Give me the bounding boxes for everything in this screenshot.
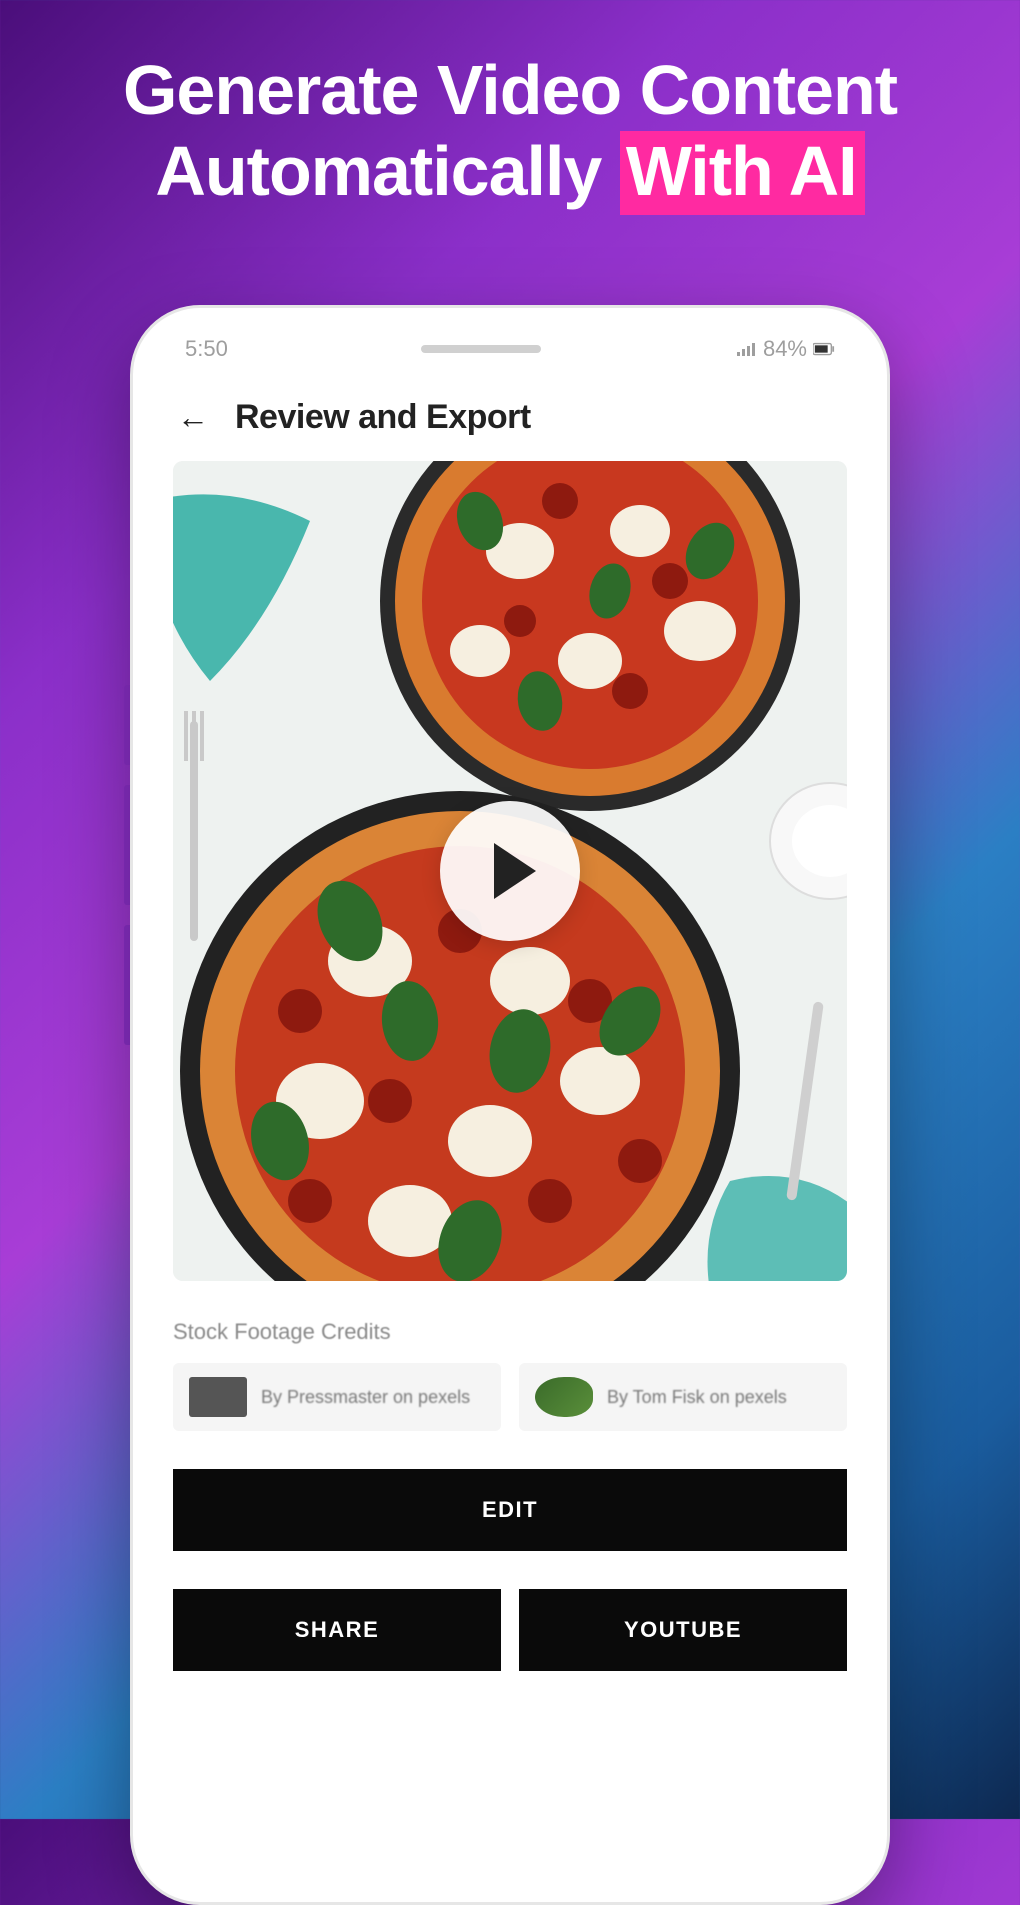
credit-thumbnail (189, 1377, 247, 1417)
headline-line-2: Automatically With AI (0, 131, 1020, 216)
headline-line-1: Generate Video Content (0, 50, 1020, 131)
button-row-primary: EDIT (173, 1469, 847, 1551)
youtube-button[interactable]: YOUTUBE (519, 1589, 847, 1671)
button-row-secondary: SHARE YOUTUBE (173, 1589, 847, 1671)
credit-thumbnail (535, 1377, 593, 1417)
back-icon[interactable]: ← (177, 399, 209, 436)
headline-highlight: With AI (620, 131, 865, 216)
credit-text: By Tom Fisk on pexels (607, 1387, 787, 1408)
video-preview[interactable] (173, 461, 847, 1281)
credit-card[interactable]: By Tom Fisk on pexels (519, 1363, 847, 1431)
play-button[interactable] (440, 801, 580, 941)
signal-icon (735, 342, 757, 356)
play-icon (494, 843, 536, 899)
credit-card[interactable]: By Pressmaster on pexels (173, 1363, 501, 1431)
share-button[interactable]: SHARE (173, 1589, 501, 1671)
phone-mockup: 5:50 84% ← Review and Export (130, 305, 890, 1905)
credit-text: By Pressmaster on pexels (261, 1387, 470, 1408)
status-right: 84% (735, 336, 835, 362)
phone-screen: 5:50 84% ← Review and Export (133, 308, 887, 1902)
status-bar: 5:50 84% (173, 336, 847, 372)
page-title: Review and Export (235, 398, 531, 437)
credits-section-label: Stock Footage Credits (173, 1319, 847, 1345)
app-header: ← Review and Export (173, 372, 847, 461)
battery-icon (813, 342, 835, 356)
edit-button[interactable]: EDIT (173, 1469, 847, 1551)
status-battery-text: 84% (763, 336, 807, 362)
phone-frame: 5:50 84% ← Review and Export (130, 305, 890, 1905)
credits-row: By Pressmaster on pexels By Tom Fisk on … (173, 1363, 847, 1431)
marketing-headline: Generate Video Content Automatically Wit… (0, 0, 1020, 215)
status-time: 5:50 (185, 336, 228, 362)
status-notch (421, 345, 541, 353)
